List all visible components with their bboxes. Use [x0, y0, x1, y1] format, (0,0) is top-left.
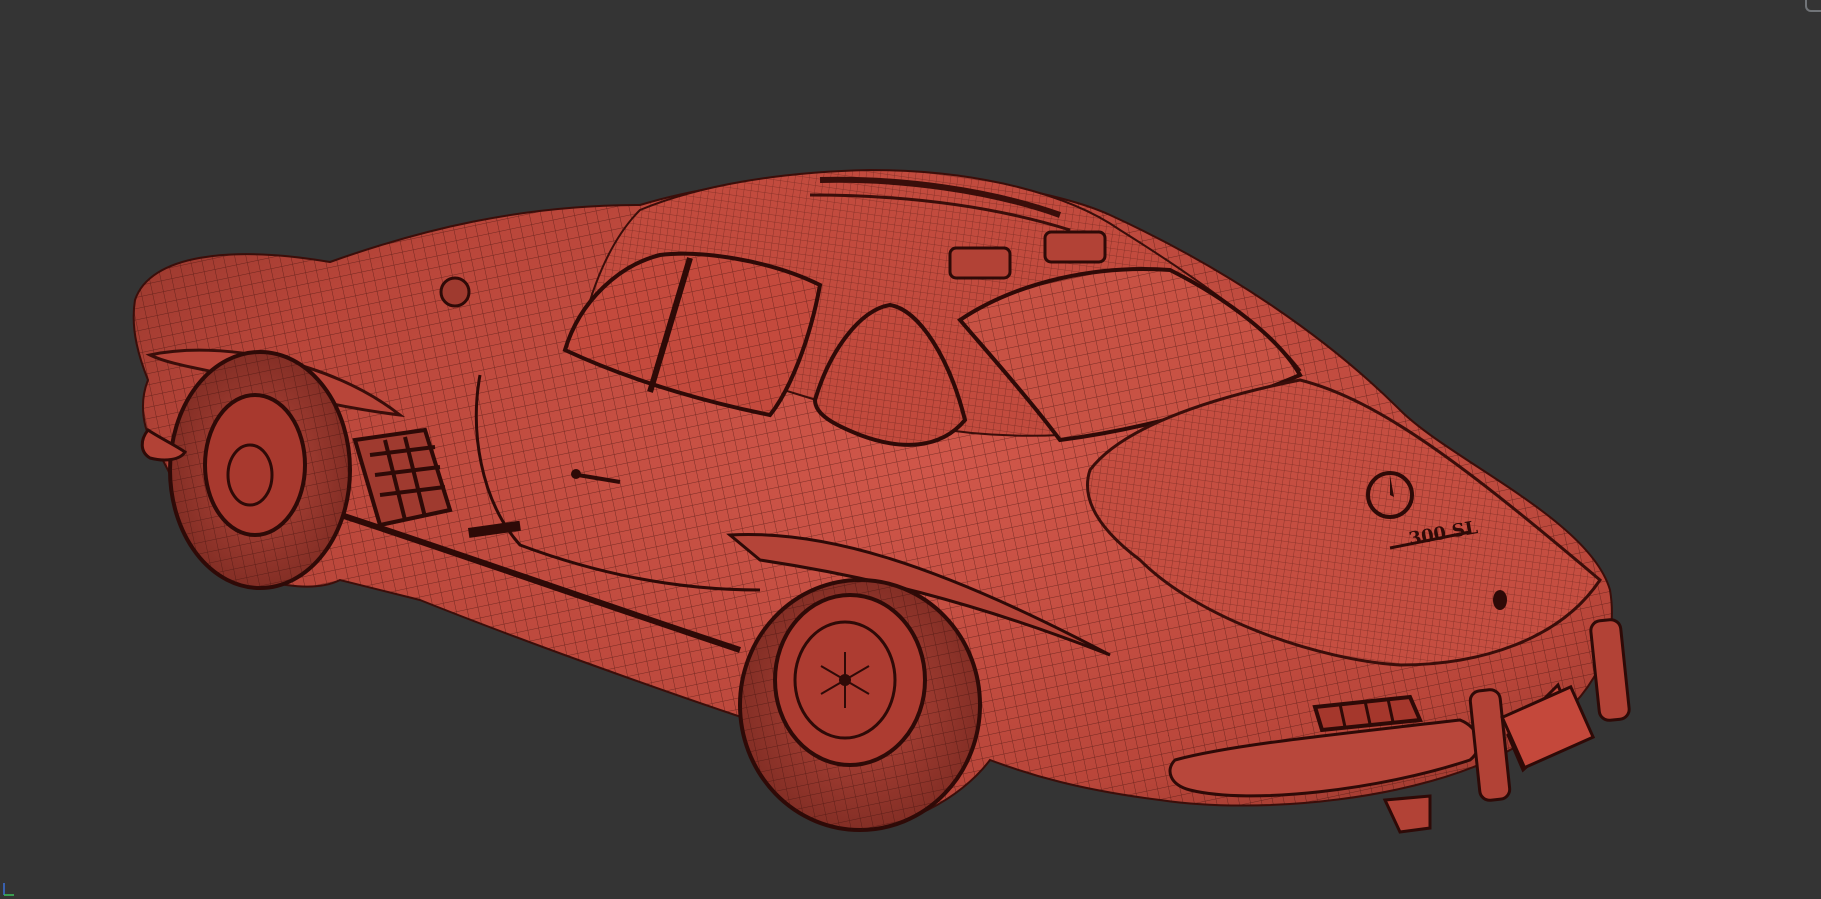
axis-gizmo-icon — [3, 883, 14, 896]
viewport-corner-icon — [1805, 0, 1821, 12]
car-wireframe-model[interactable]: 300 SL — [0, 0, 1821, 899]
front-wheel — [168, 350, 352, 590]
3d-viewport[interactable]: 300 SL — [0, 0, 1821, 899]
rear-wheel — [738, 578, 982, 832]
mirror — [439, 276, 471, 308]
